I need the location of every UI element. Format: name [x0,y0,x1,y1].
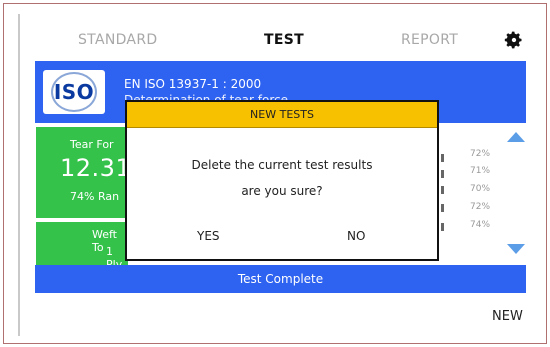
iso-logo-text: ISO [53,80,95,104]
tear-force-card[interactable]: Tear For 12.31 74% Ran [36,127,132,218]
tab-standard[interactable]: STANDARD [78,32,157,48]
tab-test[interactable]: TEST [264,32,304,48]
no-button[interactable]: NO [347,229,365,243]
scroll-down-icon[interactable] [507,244,525,254]
scroll-up-icon[interactable] [507,132,525,142]
tab-bar: STANDARD TEST REPORT [20,14,536,58]
iso-logo: ISO [43,70,105,114]
app-screen: STANDARD TEST REPORT ISO EN ISO 13937-1 … [18,14,534,336]
new-tests-dialog: NEW TESTS Delete the current test result… [125,100,439,261]
tear-force-value: 12.31 [60,154,132,182]
weft-card[interactable]: Weft To 1 Ply [36,222,128,271]
result-tick [441,170,444,178]
tear-force-range: 74% Ran [70,190,120,203]
gear-icon[interactable] [504,30,524,50]
result-tick [441,204,444,212]
result-percent: 71% [470,166,491,176]
result-percent: 72% [470,202,491,212]
result-tick [441,186,444,194]
dialog-question: are you sure? [241,184,323,198]
dialog-title: NEW TESTS [127,102,437,128]
result-percent: 70% [470,184,491,194]
new-button[interactable]: NEW [492,309,523,324]
yes-button[interactable]: YES [197,229,220,243]
result-tick [441,154,444,162]
result-percent: 74% [470,220,491,230]
standard-code: EN ISO 13937-1 : 2000 [124,77,262,91]
result-percent: 72% [470,149,491,159]
tab-report[interactable]: REPORT [401,32,458,48]
result-tick [441,223,444,231]
dialog-message: Delete the current test results [191,158,373,172]
status-bar: Test Complete [35,265,526,293]
tear-force-label: Tear For [70,138,114,151]
